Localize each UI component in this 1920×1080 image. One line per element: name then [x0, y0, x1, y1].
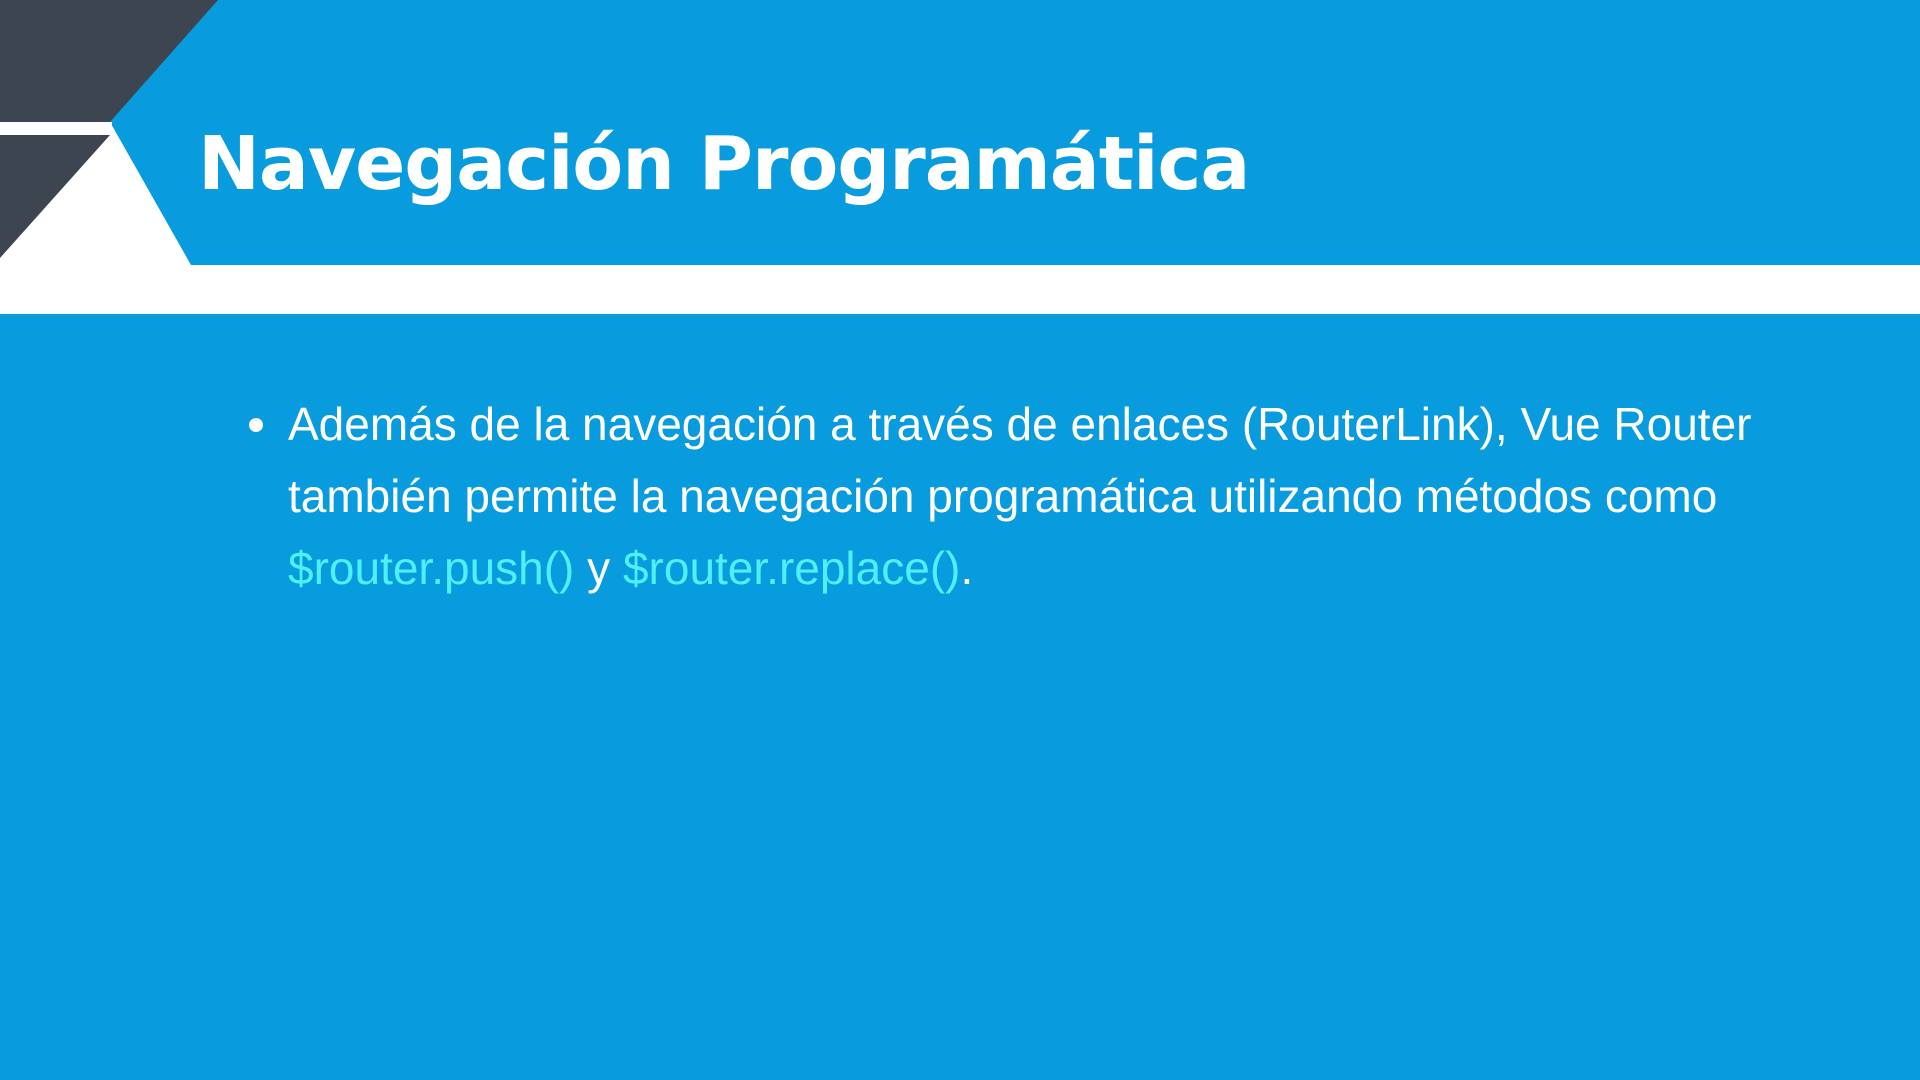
slide-title: Navegación Programática: [198, 121, 1250, 207]
code-router-replace: $router.replace(): [622, 542, 961, 594]
bullet-text-before: Además de la navegación a través de enla…: [288, 398, 1752, 522]
corner-white-stripe: [0, 122, 112, 135]
bullet-text-between: y: [574, 542, 623, 594]
code-router-push: $router.push(): [288, 542, 575, 594]
corner-decoration: [0, 0, 218, 258]
slide: Navegación Programática Además de la nav…: [0, 0, 1920, 1080]
bullet-item: Además de la navegación a través de enla…: [245, 388, 1845, 604]
bullet-text-after: .: [960, 542, 974, 594]
corner-dark-shape-top: [0, 0, 218, 122]
bullet-list: Además de la navegación a través de enla…: [245, 388, 1845, 604]
corner-dark-shape-bottom: [0, 135, 110, 258]
bullet-dot-icon: [249, 418, 263, 432]
